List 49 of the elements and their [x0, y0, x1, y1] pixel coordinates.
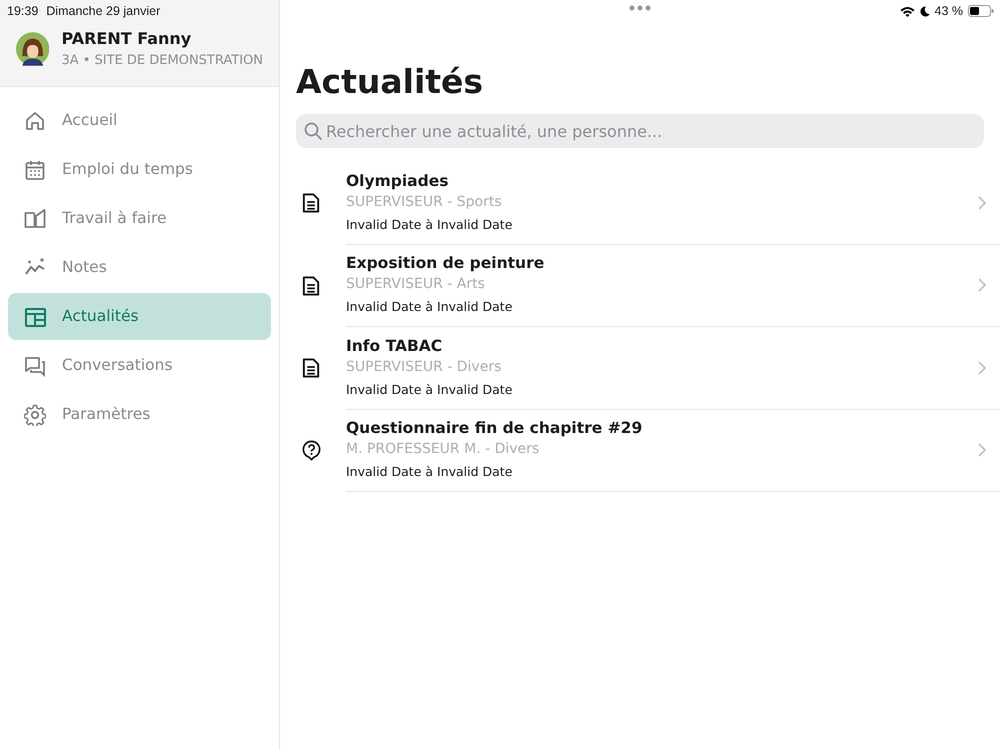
profile-name: PARENT Fanny — [61, 28, 192, 50]
chat-bubbles-icon — [24, 354, 46, 376]
battery-percent: 43 % — [934, 3, 963, 20]
sidebar-item[interactable]: Accueil — [8, 97, 271, 144]
news-item[interactable]: Info TABAC SUPERVISEUR - Divers Invalid Date à Invalid Date — [296, 327, 1000, 410]
home-icon — [24, 110, 46, 132]
news-title: Olympiades — [346, 170, 450, 192]
chevron-right-icon — [978, 443, 986, 458]
chevron-right-icon — [978, 360, 986, 375]
news-dates: Invalid Date à Invalid Date — [346, 216, 514, 234]
sidebar-item[interactable]: Travail à faire — [8, 195, 271, 242]
question-bubble-icon — [301, 440, 322, 462]
wifi-icon — [900, 6, 914, 17]
news-dates: Invalid Date à Invalid Date — [346, 463, 514, 482]
chevron-right-icon — [978, 196, 986, 210]
news-title: Info TABAC — [346, 336, 444, 357]
chevron-right-icon — [978, 278, 986, 292]
sidebar-item[interactable]: Actualités — [8, 293, 271, 340]
news-item[interactable]: Questionnaire fin de chapitre #29 M. PROFESSEUR M. - Divers Invalid Date à Invalid Date — [296, 410, 1000, 492]
calendar-icon — [24, 158, 46, 180]
battery-icon — [968, 5, 994, 18]
document-icon — [301, 274, 322, 297]
sidebar-item[interactable]: Paramètres — [8, 391, 271, 438]
news-author: M. PROFESSEUR M. - Divers — [346, 440, 540, 460]
more-icon[interactable] — [629, 5, 651, 11]
news-item[interactable]: Exposition de peinture SUPERVISEUR - Arts Invalid Date à Invalid Date — [296, 244, 1000, 327]
status-time: 19:39 — [7, 3, 38, 20]
gear-icon — [24, 404, 46, 426]
news-author: SUPERVISEUR - Divers — [346, 358, 502, 377]
news-author: SUPERVISEUR - Arts — [346, 275, 486, 294]
news-title: Exposition de peinture — [346, 253, 546, 274]
sidebar-item[interactable]: Conversations — [8, 342, 271, 389]
news-author: SUPERVISEUR - Sports — [346, 192, 503, 212]
search-field[interactable]: Rechercher une actualité, une personne... — [296, 114, 984, 148]
news-title: Questionnaire fin de chapitre #29 — [346, 418, 644, 440]
search-icon — [304, 122, 322, 140]
document-icon — [301, 192, 322, 214]
sidebar-item[interactable]: Emploi du temps — [8, 146, 271, 193]
page-title: Actualités — [296, 61, 484, 103]
profile-subtitle: 3A • SITE DE DEMONSTRATION — [61, 52, 263, 70]
status-date: Dimanche 29 janvier — [46, 3, 160, 20]
moon-icon — [920, 6, 930, 17]
news-item[interactable]: Olympiades SUPERVISEUR - Sports Invalid Date à Invalid Date — [296, 162, 1000, 244]
news-dates: Invalid Date à Invalid Date — [346, 298, 514, 316]
document-icon — [301, 357, 322, 380]
sidebar-item[interactable]: Notes — [8, 244, 271, 291]
news-dates: Invalid Date à Invalid Date — [346, 380, 514, 399]
newspaper-icon — [24, 306, 46, 328]
book-icon — [24, 208, 46, 230]
